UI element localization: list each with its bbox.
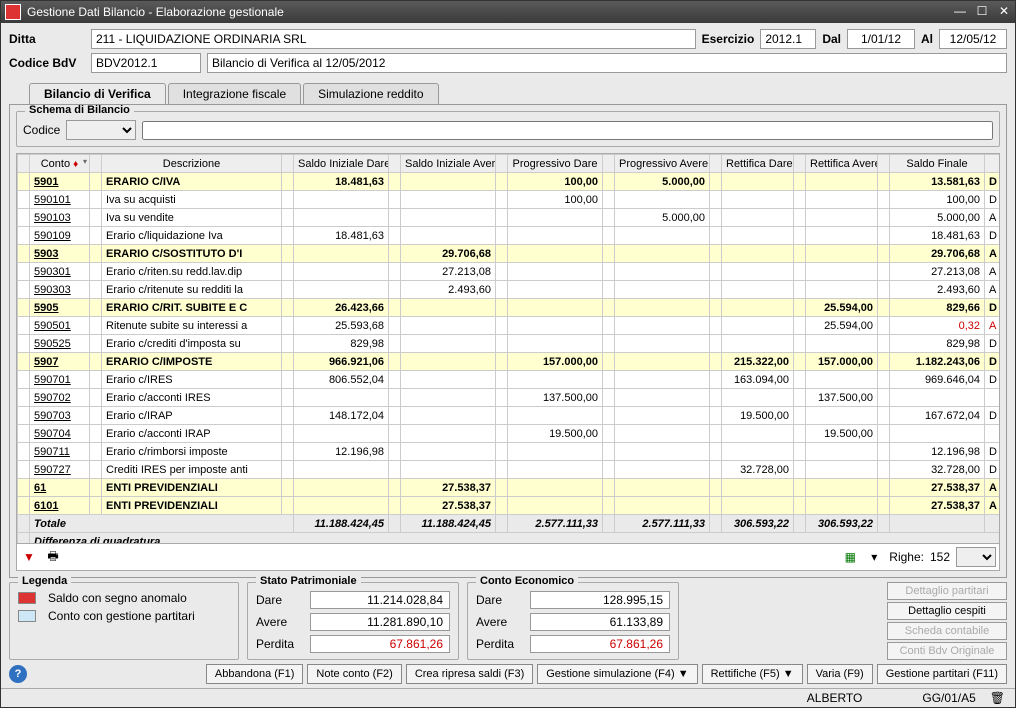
- rowcount-label: Righe:: [889, 550, 924, 564]
- schema-codice-select[interactable]: [66, 120, 136, 140]
- schema-codice-label: Codice: [23, 123, 60, 137]
- table-row[interactable]: 590701Erario c/IRES806.552,04163.094,009…: [18, 371, 1000, 389]
- col-rd[interactable]: Rettifica Dare: [722, 155, 794, 173]
- stato-title: Stato Patrimoniale: [256, 575, 361, 587]
- esercizio-field[interactable]: [760, 29, 816, 49]
- print-icon[interactable]: 🖶: [44, 548, 62, 566]
- ditta-field[interactable]: [91, 29, 696, 49]
- codice-bdv-label: Codice BdV: [9, 56, 85, 70]
- trash-icon[interactable]: 🗑: [990, 691, 1005, 705]
- schema-bilancio-box: Schema di Bilancio Codice: [16, 111, 1000, 147]
- header-form: Ditta Esercizio Dal Al Codice BdV: [1, 23, 1015, 79]
- app-icon: [5, 4, 21, 20]
- close-icon[interactable]: ✕: [997, 5, 1011, 19]
- stato-avere: 11.281.890,10: [310, 613, 450, 631]
- table-row[interactable]: 590727Crediti IRES per imposte anti32.72…: [18, 461, 1000, 479]
- table-row[interactable]: 5903ERARIO C/SOSTITUTO D'I29.706,6829.70…: [18, 245, 1000, 263]
- legenda-panel: Legenda Saldo con segno anomalo Conto co…: [9, 582, 239, 660]
- totals-row: Totale 11.188.424,45 11.188.424,45 2.577…: [18, 515, 1000, 533]
- table-row[interactable]: 5905ERARIO C/RIT. SUBITE E C26.423,6625.…: [18, 299, 1000, 317]
- dettaglio-cespiti-button[interactable]: Dettaglio cespiti: [887, 602, 1007, 620]
- table-row[interactable]: 590303Erario c/ritenute su redditi la2.4…: [18, 281, 1000, 299]
- codice-bdv-field[interactable]: [91, 53, 201, 73]
- table-row[interactable]: 590501Ritenute subite su interessi a25.5…: [18, 317, 1000, 335]
- maximize-icon[interactable]: ☐: [975, 5, 989, 19]
- table-row[interactable]: 590704Erario c/acconti IRAP19.500,0019.5…: [18, 425, 1000, 443]
- schema-legend: Schema di Bilancio: [25, 104, 134, 116]
- table-row[interactable]: 61ENTI PREVIDENZIALI27.538,3727.538,37A: [18, 479, 1000, 497]
- grid-header: Conto ♦▾ Descrizione Saldo Iniziale Dare…: [18, 155, 1000, 173]
- stato-dare: 11.214.028,84: [310, 591, 450, 609]
- col-pd[interactable]: Progressivo Dare: [508, 155, 603, 173]
- legenda-partitari: Conto con gestione partitari: [48, 609, 195, 623]
- dettaglio-partitari-button[interactable]: Dettaglio partitari: [887, 582, 1007, 600]
- status-code: GG/01/A5: [922, 691, 975, 705]
- swatch-partitari: [18, 610, 36, 622]
- tab-bilancio-verifica[interactable]: Bilancio di Verifica: [29, 83, 166, 104]
- table-row[interactable]: 590702Erario c/acconti IRES137.500,00137…: [18, 389, 1000, 407]
- quadratura-row: Differenza di quadratura: [18, 533, 1000, 544]
- status-user: ALBERTO: [807, 691, 863, 705]
- al-field[interactable]: [939, 29, 1007, 49]
- rettifiche-button[interactable]: Rettifiche (F5) ▼: [702, 664, 803, 684]
- titlebar: Gestione Dati Bilancio - Elaborazione ge…: [1, 1, 1015, 23]
- ce-perdita: 67.861,26: [530, 635, 670, 653]
- gestione-partitari-button[interactable]: Gestione partitari (F11): [877, 664, 1007, 684]
- data-grid: Conto ♦▾ Descrizione Saldo Iniziale Dare…: [17, 154, 999, 543]
- rowcount-select[interactable]: [956, 547, 996, 567]
- crea-ripresa-button[interactable]: Crea ripresa saldi (F3): [406, 664, 533, 684]
- table-row[interactable]: 590109Erario c/liquidazione Iva18.481,63…: [18, 227, 1000, 245]
- window-title: Gestione Dati Bilancio - Elaborazione ge…: [27, 5, 284, 19]
- dal-field[interactable]: [847, 29, 915, 49]
- col-ra[interactable]: Rettifica Avere: [806, 155, 878, 173]
- table-row[interactable]: 590703Erario c/IRAP148.172,0419.500,0016…: [18, 407, 1000, 425]
- table-row[interactable]: 590103Iva su vendite5.000,005.000,00A: [18, 209, 1000, 227]
- col-descr[interactable]: Descrizione: [102, 155, 282, 173]
- col-sid[interactable]: Saldo Iniziale Dare: [294, 155, 389, 173]
- col-expand[interactable]: [18, 155, 30, 173]
- legenda-anom: Saldo con segno anomalo: [48, 591, 187, 605]
- tab-integrazione-fiscale[interactable]: Integrazione fiscale: [168, 83, 301, 104]
- col-pa[interactable]: Progressivo Avere: [615, 155, 710, 173]
- legenda-title: Legenda: [18, 575, 71, 587]
- table-row[interactable]: 590711Erario c/rimborsi imposte12.196,98…: [18, 443, 1000, 461]
- rowcount-value: 152: [930, 550, 950, 564]
- ce-dare: 128.995,15: [530, 591, 670, 609]
- grid-toolbar: ▼ 🖶 ▦ ▾ Righe: 152: [17, 543, 999, 570]
- conto-ec-title: Conto Economico: [476, 575, 578, 587]
- scheda-contabile-button[interactable]: Scheda contabile: [887, 622, 1007, 640]
- ditta-label: Ditta: [9, 32, 85, 46]
- table-row[interactable]: 590525Erario c/crediti d'imposta su829,9…: [18, 335, 1000, 353]
- table-row[interactable]: 6101ENTI PREVIDENZIALI27.538,3727.538,37…: [18, 497, 1000, 515]
- table-row[interactable]: 590101Iva su acquisti100,00100,00D: [18, 191, 1000, 209]
- excel-icon[interactable]: ▦: [841, 548, 859, 566]
- filter-icon[interactable]: ▼: [20, 548, 38, 566]
- bdv-desc-field[interactable]: [207, 53, 1007, 73]
- grid-scroll[interactable]: Conto ♦▾ Descrizione Saldo Iniziale Dare…: [17, 154, 999, 543]
- table-row[interactable]: 5901ERARIO C/IVA18.481,63100,005.000,001…: [18, 173, 1000, 191]
- dal-label: Dal: [822, 32, 841, 46]
- table-row[interactable]: 590301Erario c/riten.su redd.lav.dip27.2…: [18, 263, 1000, 281]
- conti-bdv-originale-button[interactable]: Conti Bdv Originale: [887, 642, 1007, 660]
- tab-simulazione-reddito[interactable]: Simulazione reddito: [303, 83, 438, 104]
- minimize-icon[interactable]: —: [953, 5, 967, 19]
- note-conto-button[interactable]: Note conto (F2): [307, 664, 401, 684]
- varia-button[interactable]: Varia (F9): [807, 664, 873, 684]
- esercizio-label: Esercizio: [702, 32, 755, 46]
- stato-patrimoniale-panel: Stato Patrimoniale Dare11.214.028,84 Ave…: [247, 582, 459, 660]
- ce-avere: 61.133,89: [530, 613, 670, 631]
- table-row[interactable]: 5907ERARIO C/IMPOSTE966.921,06157.000,00…: [18, 353, 1000, 371]
- gestione-simulazione-button[interactable]: Gestione simulazione (F4) ▼: [537, 664, 697, 684]
- help-icon[interactable]: ?: [9, 665, 27, 683]
- schema-desc-field[interactable]: [142, 121, 993, 140]
- col-sia[interactable]: Saldo Iniziale Avere: [401, 155, 496, 173]
- conto-economico-panel: Conto Economico Dare128.995,15 Avere61.1…: [467, 582, 679, 660]
- settings-icon[interactable]: ▾: [865, 548, 883, 566]
- stato-perdita: 67.861,26: [310, 635, 450, 653]
- col-sf[interactable]: Saldo Finale: [890, 155, 985, 173]
- abbandona-button[interactable]: Abbandona (F1): [206, 664, 304, 684]
- swatch-anomalo: [18, 592, 36, 604]
- al-label: Al: [921, 32, 933, 46]
- col-conto[interactable]: Conto ♦▾: [30, 155, 90, 173]
